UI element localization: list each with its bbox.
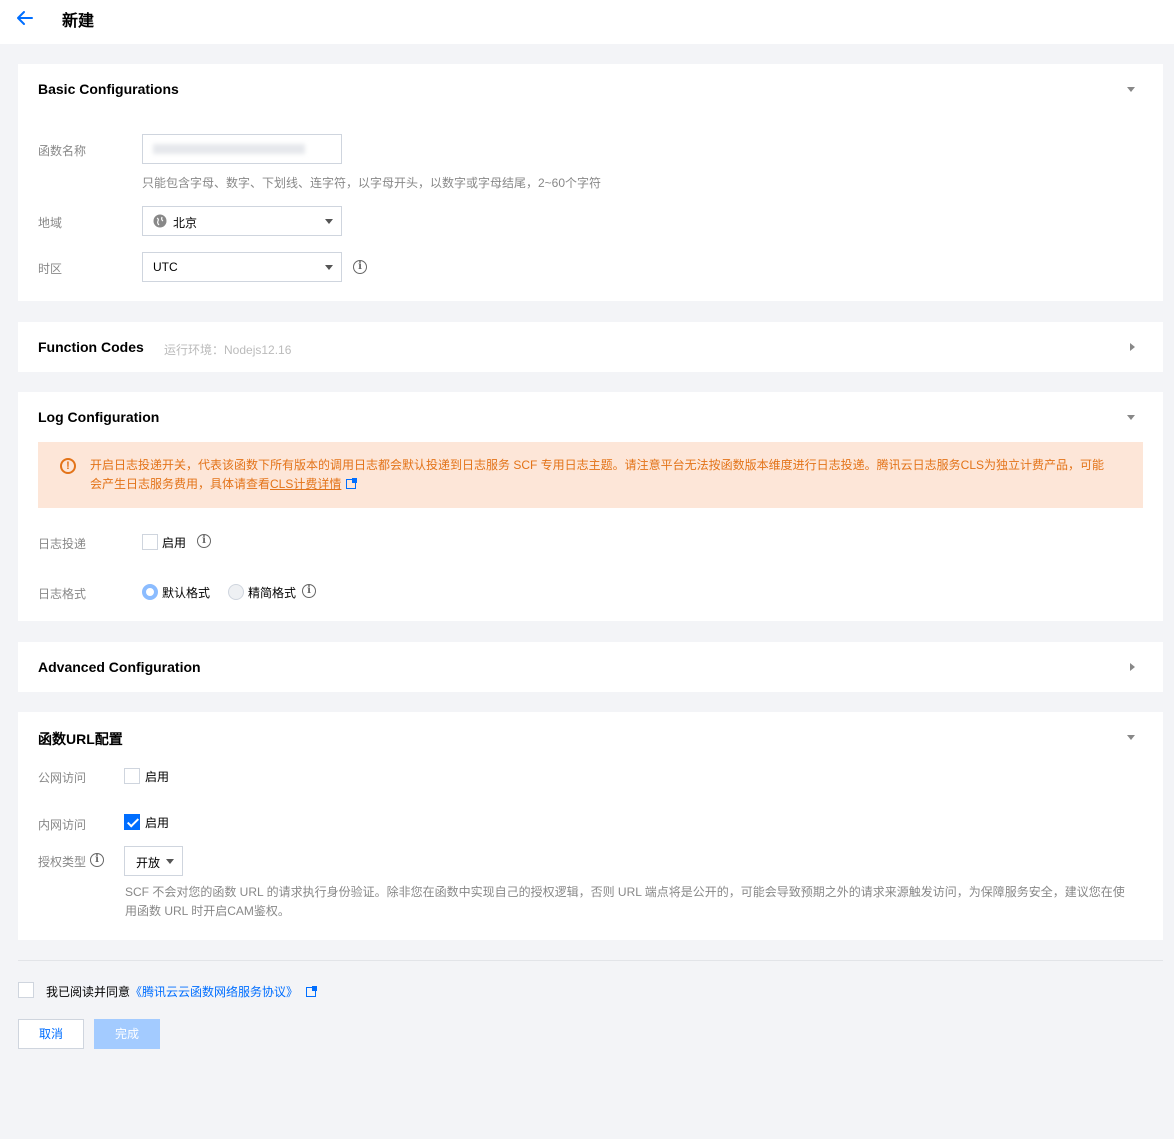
done-button[interactable]: 完成 (94, 1019, 160, 1049)
agreement-label: 我已阅读并同意 (46, 985, 131, 999)
public-access-checkbox[interactable] (124, 768, 140, 784)
timezone-select[interactable]: UTC (142, 252, 342, 282)
service-agreement-link[interactable]: 《腾讯云云函数网络服务协议》 (130, 985, 298, 999)
alert-text: 开启日志投递开关，代表该函数下所有版本的调用日志都会默认投递到日志服务 SCF … (90, 456, 1110, 494)
collapse-caret-icon[interactable] (1127, 87, 1135, 92)
region-label: 地域 (38, 216, 63, 230)
format-simple-radio[interactable] (228, 584, 244, 600)
function-name-input[interactable] (142, 134, 342, 164)
private-access-checkbox[interactable] (124, 814, 140, 830)
private-access-label: 内网访问 (38, 818, 87, 832)
region-value: 北京 (173, 216, 198, 230)
divider (18, 960, 1163, 961)
auth-type-select[interactable]: 开放 (124, 846, 183, 876)
cancel-button[interactable]: 取消 (18, 1019, 84, 1049)
info-icon[interactable]: i (302, 584, 316, 598)
collapse-caret-icon[interactable] (1127, 735, 1135, 740)
function-name-help: 只能包含字母、数字、下划线、连字符，以字母开头，以数字或字母结尾，2~60个字符 (142, 176, 602, 190)
public-access-label: 公网访问 (38, 771, 87, 785)
expand-caret-icon[interactable] (1130, 663, 1135, 671)
chevron-down-icon (325, 219, 333, 224)
auth-type-help: SCF 不会对您的函数 URL 的请求执行身份验证。除非您在函数中实现自己的授权… (125, 885, 1125, 918)
format-simple-label[interactable]: 精简格式 (248, 584, 296, 601)
format-default-label[interactable]: 默认格式 (162, 584, 210, 601)
log-delivery-checkbox[interactable] (142, 534, 158, 550)
info-icon[interactable]: i (90, 853, 104, 867)
private-access-option[interactable]: 启用 (145, 814, 169, 831)
chevron-down-icon (325, 265, 333, 270)
warning-icon: ! (60, 458, 76, 474)
function-codes-title: Function Codes (38, 339, 144, 355)
runtime-note: 运行环境：Nodejs12.16 (164, 343, 292, 357)
format-default-radio[interactable] (142, 584, 158, 600)
region-select[interactable]: 北京 (142, 206, 342, 236)
alert-message: 开启日志投递开关，代表该函数下所有版本的调用日志都会默认投递到日志服务 SCF … (90, 458, 1105, 491)
log-warning-alert: ! 开启日志投递开关，代表该函数下所有版本的调用日志都会默认投递到日志服务 SC… (38, 442, 1143, 508)
public-access-option[interactable]: 启用 (145, 768, 169, 785)
basic-configurations-title: Basic Configurations (38, 81, 179, 97)
timezone-label: 时区 (38, 262, 63, 276)
function-url-config-title: 函数URL配置 (38, 731, 123, 747)
agreement-text: 我已阅读并同意《腾讯云云函数网络服务协议》 (46, 983, 318, 1000)
page-title: 新建 (62, 13, 95, 30)
log-delivery-option[interactable]: 启用 (162, 534, 186, 551)
log-configuration-card: Log Configuration ! 开启日志投递开关，代表该函数下所有版本的… (18, 392, 1163, 621)
function-name-value-blurred (153, 144, 305, 154)
info-icon[interactable]: i (197, 534, 211, 548)
log-format-label: 日志格式 (38, 587, 87, 601)
timezone-value: UTC (153, 260, 178, 274)
basic-configurations-card: Basic Configurations 函数名称 只能包含字母、数字、下划线、… (18, 64, 1163, 301)
auth-type-label: 授权类型 (38, 855, 87, 869)
external-link-icon[interactable] (346, 478, 358, 489)
external-link-icon[interactable] (306, 986, 318, 997)
expand-caret-icon[interactable] (1130, 343, 1135, 351)
top-bar: 新建 (0, 0, 1174, 44)
collapse-caret-icon[interactable] (1127, 415, 1135, 420)
chevron-down-icon (166, 859, 174, 864)
function-url-config-card: 函数URL配置 公网访问 启用 内网访问 启用 授权类型 i 开放 SCF 不会… (18, 712, 1163, 940)
advanced-configuration-card[interactable]: Advanced Configuration (18, 642, 1163, 692)
agreement-checkbox[interactable] (18, 982, 34, 998)
auth-type-value: 开放 (136, 856, 161, 870)
info-icon[interactable]: i (353, 260, 367, 274)
function-name-label: 函数名称 (38, 144, 87, 158)
globe-icon (153, 214, 167, 228)
cls-billing-link[interactable]: CLS计费详情 (270, 477, 341, 491)
advanced-configuration-title: Advanced Configuration (38, 659, 201, 675)
log-configuration-title: Log Configuration (38, 409, 160, 425)
back-arrow-icon[interactable] (14, 8, 36, 28)
function-codes-card[interactable]: Function Codes 运行环境：Nodejs12.16 (18, 322, 1163, 372)
log-delivery-label: 日志投递 (38, 537, 87, 551)
